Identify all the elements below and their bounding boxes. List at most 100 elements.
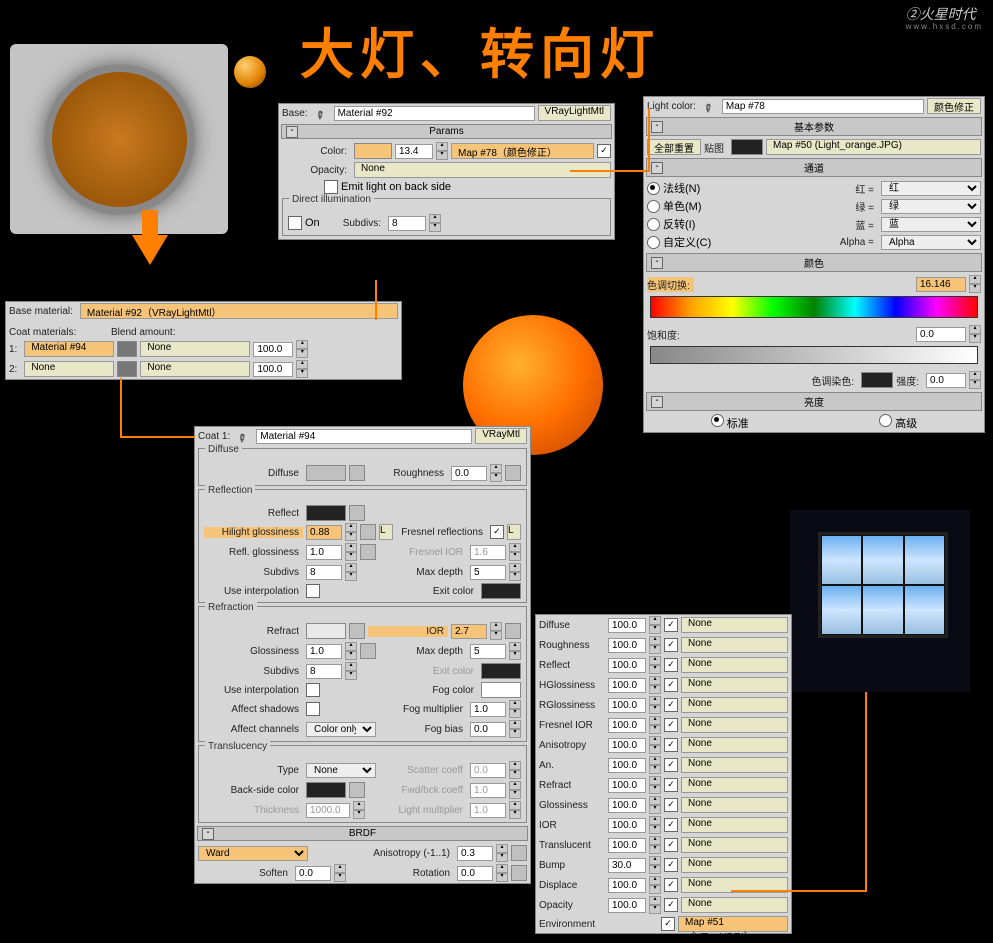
spinner[interactable]: ▴▾ — [345, 642, 357, 660]
sat-input[interactable] — [916, 327, 966, 342]
ov-map-button[interactable]: None — [681, 677, 788, 693]
spinner[interactable]: ▴▾ — [649, 896, 661, 914]
fresnel-checkbox[interactable]: ✓ — [490, 525, 504, 539]
ash-checkbox[interactable] — [306, 702, 320, 716]
coat2-mat-button[interactable]: None — [24, 361, 114, 377]
spinner[interactable]: ▴▾ — [649, 876, 661, 894]
sub-input[interactable] — [306, 565, 342, 580]
spinner[interactable]: ▴▾ — [509, 563, 521, 581]
fm-input[interactable] — [470, 702, 506, 717]
spinner[interactable]: ▴▾ — [649, 716, 661, 734]
blend2-amount-input[interactable] — [253, 362, 293, 377]
basic-header[interactable]: -基本参数 — [646, 117, 982, 136]
radio-std[interactable] — [711, 414, 724, 427]
ov-checkbox[interactable]: ✓ — [664, 718, 678, 732]
map-enable-checkbox[interactable]: ✓ — [597, 144, 611, 158]
spinner[interactable]: ▴▾ — [649, 616, 661, 634]
spinner[interactable]: ▴▾ — [509, 642, 521, 660]
fog-swatch[interactable] — [481, 682, 521, 698]
spinner[interactable]: ▴▾ — [649, 736, 661, 754]
ui-checkbox[interactable] — [306, 584, 320, 598]
map-slot[interactable] — [360, 524, 376, 540]
ov-map-button[interactable]: None — [681, 657, 788, 673]
spinner[interactable]: ▴▾ — [509, 700, 521, 718]
md2-input[interactable] — [470, 644, 506, 659]
map-slot[interactable] — [349, 782, 365, 798]
refract-swatch[interactable] — [306, 623, 346, 639]
ov-map-button[interactable]: None — [681, 817, 788, 833]
exit-swatch[interactable] — [481, 583, 521, 599]
ov-input[interactable] — [608, 678, 646, 693]
spinner[interactable]: ▴▾ — [649, 696, 661, 714]
color-header[interactable]: -颜色 — [646, 253, 982, 272]
spinner[interactable]: ▴▾ — [649, 776, 661, 794]
spinner[interactable]: ▴▾ — [496, 864, 508, 882]
spinner[interactable]: ▴▾ — [429, 214, 441, 232]
map-slot[interactable] — [511, 845, 527, 861]
coat1-type-button[interactable]: VRayMtl — [475, 428, 527, 444]
tex-map-button[interactable]: Map #50 (Light_orange.JPG) — [766, 139, 981, 155]
blend-swatch-1[interactable] — [117, 341, 137, 357]
spinner[interactable]: ▴▾ — [649, 756, 661, 774]
reflect-swatch[interactable] — [306, 505, 346, 521]
ov-map-button[interactable]: None — [681, 637, 788, 653]
color-map-button[interactable]: Map #78（颜色修正） — [451, 143, 594, 159]
color-multiplier-input[interactable] — [395, 144, 433, 159]
ov-input[interactable] — [608, 838, 646, 853]
spinner[interactable]: ▴▾ — [649, 636, 661, 654]
ov-checkbox[interactable]: ✓ — [664, 738, 678, 752]
tex-swatch[interactable] — [731, 139, 763, 155]
spinner[interactable]: ▴▾ — [969, 371, 981, 389]
ov-checkbox[interactable]: ✓ — [664, 638, 678, 652]
map-slot[interactable] — [505, 465, 521, 481]
ov-input[interactable] — [608, 738, 646, 753]
collapse-icon[interactable]: - — [651, 396, 663, 408]
basemat-button[interactable]: Material #92（VRayLightMtl） — [80, 303, 398, 319]
rg-input[interactable] — [306, 545, 342, 560]
bri-header[interactable]: -亮度 — [646, 392, 982, 411]
coat1-name-input[interactable] — [256, 429, 472, 444]
spinner[interactable]: ▴▾ — [345, 543, 357, 561]
ov-map-button[interactable]: None — [681, 717, 788, 733]
ch-header[interactable]: -通道 — [646, 158, 982, 177]
ov-checkbox[interactable]: ✓ — [664, 678, 678, 692]
ov-checkbox[interactable]: ✓ — [664, 858, 678, 872]
spinner[interactable]: ▴▾ — [649, 816, 661, 834]
fb-input[interactable] — [470, 722, 506, 737]
reset-button[interactable]: 全部重置 — [647, 139, 701, 155]
ui2-checkbox[interactable] — [306, 683, 320, 697]
material-type-button[interactable]: VRayLightMtl — [538, 105, 611, 121]
ior-input[interactable] — [451, 624, 487, 639]
sat-slider[interactable] — [650, 346, 978, 364]
spinner[interactable]: ▴▾ — [490, 622, 502, 640]
ov-checkbox[interactable]: ✓ — [664, 658, 678, 672]
ov-checkbox[interactable]: ✓ — [664, 878, 678, 892]
ov-map-button[interactable]: None — [681, 777, 788, 793]
ov-input[interactable] — [608, 898, 646, 913]
ach-dropdown[interactable]: Color only — [306, 722, 376, 737]
str-input[interactable] — [926, 373, 966, 388]
ov-map-button[interactable]: None — [681, 897, 788, 913]
eyedropper-icon[interactable] — [235, 426, 255, 445]
env-map-button[interactable]: Map #51（VRayHDRI） — [678, 916, 788, 932]
eyedropper-icon[interactable] — [701, 96, 721, 115]
spinner[interactable]: ▴▾ — [345, 563, 357, 581]
type-dropdown[interactable]: None — [306, 763, 376, 778]
ov-map-button[interactable]: None — [681, 857, 788, 873]
coat1-mat-button[interactable]: Material #94 — [24, 341, 114, 357]
ov-checkbox[interactable]: ✓ — [664, 898, 678, 912]
radio-adv[interactable] — [879, 414, 892, 427]
collapse-icon[interactable]: - — [651, 162, 663, 174]
blend-swatch-2[interactable] — [117, 361, 137, 377]
radio-custom[interactable] — [647, 236, 660, 249]
sub2-input[interactable] — [306, 664, 342, 679]
ov-input[interactable] — [608, 818, 646, 833]
spinner[interactable]: ▴▾ — [296, 360, 308, 378]
spinner[interactable]: ▴▾ — [649, 676, 661, 694]
blend1-map-button[interactable]: None — [140, 341, 250, 357]
on-checkbox[interactable] — [288, 216, 302, 230]
map-slot[interactable] — [360, 544, 376, 560]
hue-slider[interactable] — [650, 296, 978, 318]
spinner[interactable]: ▴▾ — [969, 325, 981, 343]
spinner[interactable]: ▴▾ — [345, 523, 357, 541]
